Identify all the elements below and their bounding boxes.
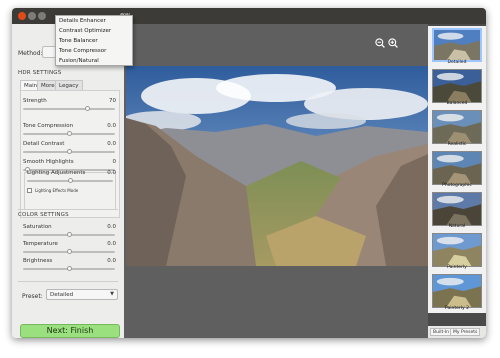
- saturation-value: 0.0: [107, 224, 116, 230]
- brightness-value: 0.0: [107, 258, 116, 264]
- saturation-knob[interactable]: [66, 232, 72, 237]
- preset-thumbnail[interactable]: [432, 69, 482, 103]
- presets-panel: Detailed Balanced Realistic Photographic…: [428, 24, 486, 338]
- preset-thumbnail[interactable]: [432, 274, 482, 308]
- preset-label: Painterly 2: [445, 306, 469, 311]
- tone-compression-knob[interactable]: [66, 131, 72, 136]
- maximize-window-button[interactable]: [38, 12, 46, 20]
- preset-label: Realistic: [447, 142, 467, 147]
- dropdown-arrow-icon: ▼: [110, 291, 114, 297]
- menu-item-details-enhancer[interactable]: Details Enhancer: [59, 18, 106, 24]
- zoom-in-icon[interactable]: [388, 38, 398, 48]
- preset-label: Natural: [448, 224, 466, 229]
- settings-panel: Method: HDR SETTINGS Main More Legacy St…: [12, 24, 124, 338]
- menu-item-tone-compressor[interactable]: Tone Compressor: [59, 48, 106, 54]
- temperature-label: Temperature: [23, 241, 58, 247]
- preset-label: Detailed: [447, 60, 467, 65]
- hdr-settings-title: HDR SETTINGS: [18, 70, 62, 76]
- saturation-label: Saturation: [23, 224, 52, 230]
- tone-compression-slider[interactable]: [23, 131, 115, 136]
- preset-label: Preset:: [22, 293, 43, 300]
- preset-value: Detailed: [50, 292, 74, 298]
- menu-item-fusion-natural[interactable]: Fusion/Natural: [59, 58, 99, 64]
- hdr-preview-image[interactable]: [126, 66, 428, 266]
- temperature-knob[interactable]: [66, 249, 72, 254]
- preset-select[interactable]: Detailed ▼: [46, 289, 118, 300]
- tab-my-presets[interactable]: My Presets: [450, 328, 481, 336]
- lighting-adjustments-slider[interactable]: [27, 178, 113, 183]
- color-settings-title: COLOR SETTINGS: [18, 212, 69, 218]
- minimize-window-button[interactable]: [28, 12, 36, 20]
- preset-thumbnail[interactable]: [432, 233, 482, 267]
- detail-contrast-label: Detail Contrast: [23, 141, 65, 147]
- temperature-slider[interactable]: [23, 249, 115, 254]
- preset-photographic[interactable]: Photographic: [428, 149, 486, 190]
- method-dropdown-menu: Details Enhancer Contrast Optimizer Tone…: [55, 15, 133, 66]
- temperature-value: 0.0: [107, 241, 116, 247]
- preset-thumbnail[interactable]: [432, 28, 482, 62]
- saturation-slider[interactable]: [23, 232, 115, 237]
- lighting-effects-label: Lighting Effects Mode: [35, 188, 79, 193]
- detail-contrast-knob[interactable]: [66, 149, 72, 154]
- zoom-out-icon[interactable]: [375, 38, 385, 48]
- preset-thumbnail[interactable]: [432, 151, 482, 185]
- lighting-adjustments-value: 0.0: [107, 170, 116, 176]
- preset-painterly-2[interactable]: Painterly 2: [428, 272, 486, 313]
- divider: [18, 209, 118, 210]
- tone-compression-value: 0.0: [107, 123, 116, 129]
- preset-label: Photographic: [442, 183, 472, 188]
- brightness-knob[interactable]: [66, 266, 72, 271]
- tone-compression-label: Tone Compression: [23, 123, 74, 129]
- preset-thumbnail[interactable]: [432, 110, 482, 144]
- strength-slider[interactable]: [23, 106, 115, 111]
- preset-balanced[interactable]: Balanced: [428, 67, 486, 108]
- detail-contrast-value: 0.0: [107, 141, 116, 147]
- preset-detailed[interactable]: Detailed: [428, 26, 486, 67]
- preset-thumbnail[interactable]: [432, 192, 482, 226]
- next-finish-button[interactable]: Next: Finish: [20, 324, 120, 338]
- image-viewer: [124, 24, 428, 338]
- preset-natural[interactable]: Natural: [428, 190, 486, 231]
- close-window-button[interactable]: [18, 12, 26, 20]
- presets-tabs: Built-In My Presets: [428, 326, 486, 338]
- detail-contrast-slider[interactable]: [23, 149, 115, 154]
- divider: [18, 281, 118, 282]
- smooth-highlights-label: Smooth Highlights: [23, 159, 74, 165]
- menu-item-contrast-optimizer[interactable]: Contrast Optimizer: [59, 28, 111, 34]
- brightness-slider[interactable]: [23, 266, 115, 271]
- strength-label: Strength: [23, 98, 47, 104]
- preset-label: Painterly: [447, 265, 467, 270]
- app-window: ew Method: HDR SETTINGS Main More Legacy…: [12, 8, 486, 338]
- brightness-label: Brightness: [23, 258, 53, 264]
- preset-painterly[interactable]: Painterly: [428, 231, 486, 272]
- menu-item-tone-balancer[interactable]: Tone Balancer: [59, 38, 98, 44]
- tab-built-in[interactable]: Built-In: [430, 328, 453, 336]
- preset-realistic[interactable]: Realistic: [428, 108, 486, 149]
- strength-knob[interactable]: [84, 106, 90, 111]
- lighting-effects-checkbox[interactable]: [27, 188, 32, 193]
- smooth-highlights-value: 0: [112, 159, 117, 165]
- preset-label: Balanced: [446, 101, 468, 106]
- method-label: Method:: [18, 50, 43, 57]
- strength-value: 70: [109, 98, 116, 104]
- lighting-adjustments-knob[interactable]: [67, 178, 73, 183]
- lighting-adjustments-label: Lighting Adjustments: [27, 170, 86, 176]
